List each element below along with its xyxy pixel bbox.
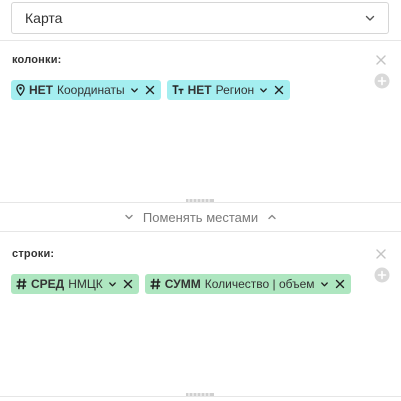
chip-field-name: Координаты [57,83,125,97]
chevron-down-icon[interactable] [130,86,139,95]
chip-field-name: Количество | объем [204,277,315,291]
columns-section-label: колонки: [12,54,62,66]
chip-aggregation: НЕТ [187,83,212,97]
chevron-down-icon[interactable] [108,280,117,289]
chip-aggregation: НЕТ [29,83,53,97]
chevron-down-icon[interactable] [259,86,268,95]
chart-type-select[interactable]: Карта [11,2,389,34]
columns-chip-list: НЕТ Координаты НЕТ Регион [11,80,291,100]
chip-aggregation: СУММ [164,277,201,291]
rows-chip-list: СРЕД НМЦК СУММ Количество | объем [11,274,351,294]
divider [0,202,401,203]
column-chip-coordinates[interactable]: НЕТ Координаты [11,80,161,100]
chip-field-name: НМЦК [68,277,103,291]
chip-field-name: Регион [215,83,255,97]
row-chip-nmck[interactable]: СРЕД НМЦК [11,274,139,294]
remove-chip-icon[interactable] [123,279,133,289]
rows-section-label: строки: [12,248,55,260]
chevron-up-icon [268,214,276,220]
divider [0,40,401,41]
swap-button[interactable]: Поменять местами [0,204,401,230]
text-type-icon [172,85,184,95]
close-icon[interactable] [375,248,387,260]
divider [0,396,401,397]
hash-icon [16,278,27,290]
chevron-down-icon [125,214,133,220]
swap-label: Поменять местами [142,209,259,225]
chevron-down-icon[interactable] [320,280,329,289]
column-chip-region[interactable]: НЕТ Регион [166,80,291,100]
hash-icon [150,278,161,290]
divider [0,231,401,232]
chart-type-value: Карта [25,10,63,26]
remove-chip-icon[interactable] [274,85,284,95]
location-pin-icon [16,84,25,96]
add-circle-icon[interactable] [374,267,390,283]
row-chip-quantity[interactable]: СУММ Количество | объем [144,274,351,294]
chevron-down-icon [365,15,375,21]
chip-aggregation: СРЕД [31,277,65,291]
add-circle-icon[interactable] [374,73,390,89]
close-icon[interactable] [375,54,387,66]
remove-chip-icon[interactable] [145,85,155,95]
remove-chip-icon[interactable] [335,279,345,289]
